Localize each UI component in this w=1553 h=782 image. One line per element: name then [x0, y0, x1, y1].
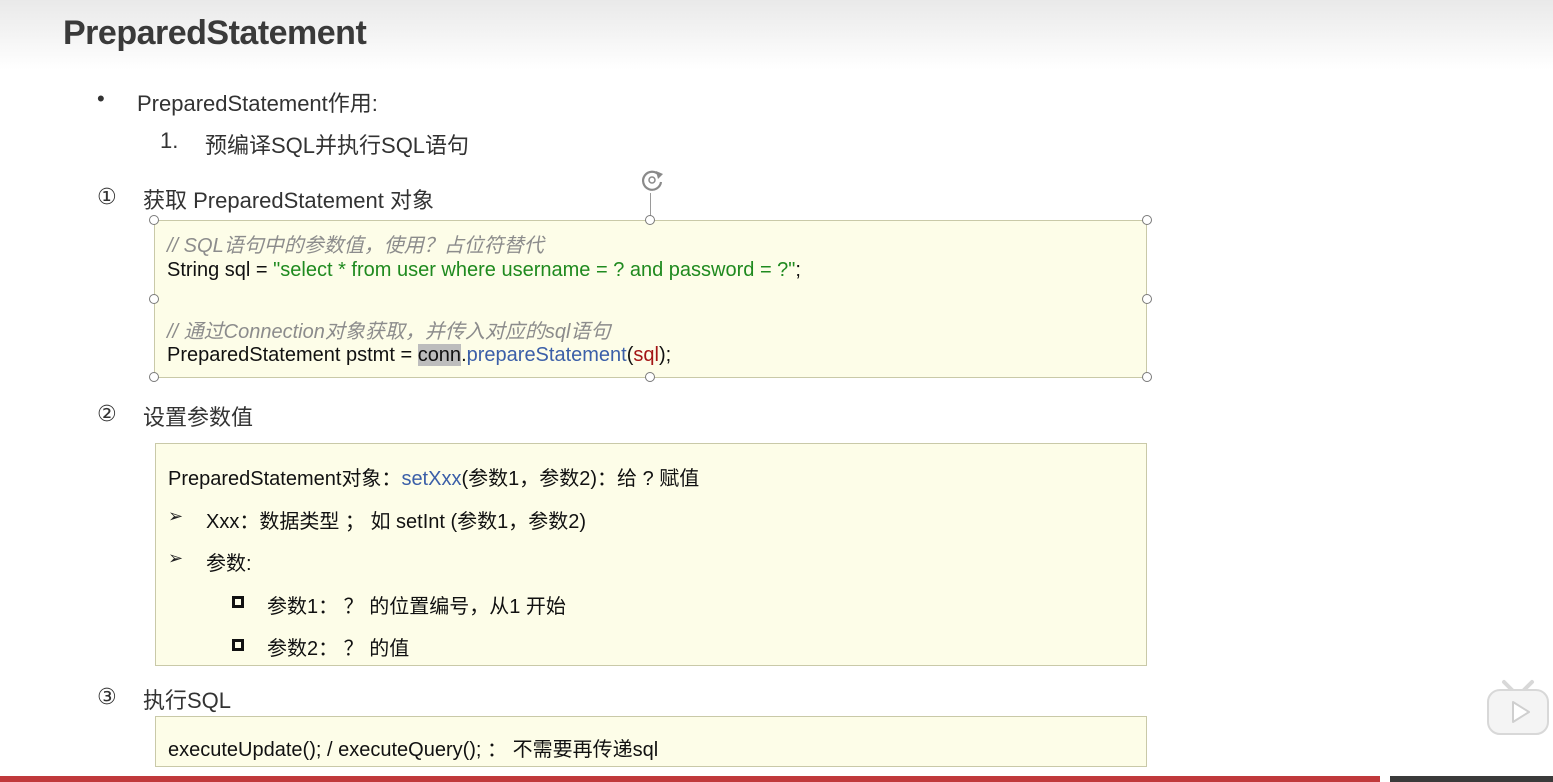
code-comment-1: // SQL语句中的参数值，使用？占位符替代 — [167, 235, 544, 257]
params-item: 参数: — [206, 553, 252, 575]
info-box-step2: PreparedStatement对象：setXxx(参数1，参数2)：给 ? … — [155, 443, 1147, 666]
resize-handle-bottom-right[interactable] — [1142, 372, 1152, 382]
code-box-step1[interactable]: // SQL语句中的参数值，使用？占位符替代 String sql = "sel… — [154, 220, 1147, 378]
bottom-dark-bar — [1390, 776, 1553, 782]
param2-item: 参数2： ？ 的值 — [267, 638, 410, 660]
arrow-bullet-icon: ➢ — [168, 506, 184, 526]
slide-title: PreparedStatement — [63, 14, 367, 52]
step1-number: ① — [97, 184, 117, 209]
arrow-bullet-icon: ➢ — [168, 548, 184, 568]
set-param-suffix: (参数1，参数2)：给 ? 赋值 — [461, 468, 700, 490]
xxx-type-item: Xxx：数据类型 ； 如 setInt (参数1，参数2) — [206, 511, 587, 533]
step3-number: ③ — [97, 684, 117, 709]
bullet-text: PreparedStatement作用: — [137, 91, 378, 116]
square-bullet-icon — [232, 636, 244, 654]
rotate-handle-line — [650, 193, 651, 217]
bottom-accent-bar — [0, 776, 1380, 782]
code-line-sql-suffix: ; — [795, 259, 801, 281]
conn-highlight: conn — [417, 344, 462, 366]
code-line-pstmt: PreparedStatement pstmt = conn.prepareSt… — [167, 344, 671, 367]
resize-handle-bottom-center[interactable] — [645, 372, 655, 382]
step2-number: ② — [97, 401, 117, 426]
set-param-line: PreparedStatement对象：setXxx(参数1，参数2)：给 ? … — [168, 462, 699, 491]
code-line-sql-prefix: String sql = — [167, 259, 274, 281]
code-comment-2: // 通过Connection对象获取，并传入对应的sql语句 — [167, 321, 611, 343]
step3-heading: 执行SQL — [143, 688, 232, 713]
info-box-step3: executeUpdate(); / executeQuery(); ： 不需要… — [155, 716, 1147, 767]
code-line-pstmt-prefix: PreparedStatement pstmt = — [167, 344, 418, 366]
setxxx-method: setXxx — [401, 468, 462, 490]
resize-handle-bottom-left[interactable] — [149, 372, 159, 382]
resize-handle-top-center[interactable] — [645, 215, 655, 225]
numbered-item-number: 1. — [160, 128, 179, 153]
bilibili-tv-icon[interactable] — [1486, 678, 1550, 736]
step1-heading: 获取 PreparedStatement 对象 — [143, 188, 435, 213]
numbered-item-text: 预编译SQL并执行SQL语句 — [205, 133, 470, 158]
bullet-dot: • — [97, 86, 105, 111]
square-bullet-icon — [232, 593, 244, 611]
rotate-handle-icon[interactable] — [637, 165, 667, 195]
step2-heading: 设置参数值 — [143, 405, 254, 430]
resize-handle-middle-right[interactable] — [1142, 294, 1152, 304]
prepare-statement-method: prepareStatement — [466, 344, 627, 366]
sql-string-literal: "select * from user where username = ? a… — [273, 259, 796, 281]
set-param-prefix: PreparedStatement对象： — [168, 468, 402, 490]
code-close: ); — [658, 344, 672, 366]
execute-line: executeUpdate(); / executeQuery(); ： 不需要… — [168, 739, 659, 761]
resize-handle-middle-left[interactable] — [149, 294, 159, 304]
param1-item: 参数1： ？ 的位置编号，从1 开始 — [267, 596, 566, 618]
resize-handle-top-right[interactable] — [1142, 215, 1152, 225]
resize-handle-top-left[interactable] — [149, 215, 159, 225]
code-line-sql: String sql = "select * from user where u… — [167, 259, 801, 282]
sql-param: sql — [633, 344, 659, 366]
